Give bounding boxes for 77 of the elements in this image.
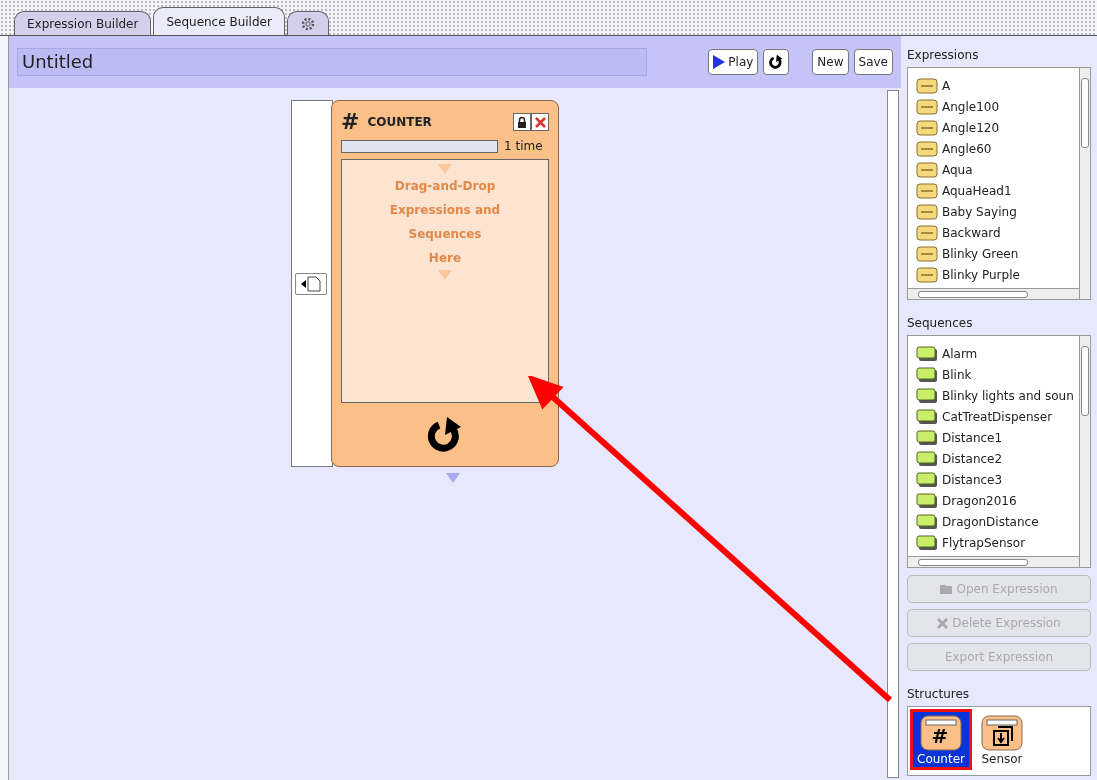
settings-tab[interactable] — [286, 11, 329, 35]
hash-icon: # — [341, 111, 360, 133]
expression-icon — [916, 245, 938, 262]
toolbar-button[interactable]: Save — [853, 49, 893, 75]
folder-icon — [940, 584, 953, 594]
play-icon — [713, 55, 726, 69]
counter-block[interactable]: # COUNTER 1 time Drag-and-Drop Expressions and Sequences Here — [331, 100, 559, 467]
drop-hint: Drag-and-Drop Expressions and Sequences Here — [389, 178, 501, 267]
expression-icon — [916, 182, 938, 199]
loop-button[interactable] — [763, 49, 790, 75]
sequence-icon — [916, 513, 938, 530]
structure-item[interactable]: Sensor — [973, 709, 1030, 770]
loop-icon — [768, 54, 785, 70]
sequence-icon — [916, 408, 938, 425]
expression-icon — [916, 140, 938, 157]
horizontal-scrollbar[interactable] — [908, 288, 1079, 299]
collapse-button[interactable] — [295, 272, 327, 295]
sequence-icon — [916, 366, 938, 383]
repeat-count-field[interactable] — [341, 139, 498, 153]
tab[interactable]: Sequence Builder — [153, 7, 285, 35]
down-arrow-icon — [438, 164, 452, 174]
list-item[interactable]: DragonDistance — [916, 511, 1079, 532]
list-item[interactable]: Baby Saying — [916, 201, 1079, 222]
vertical-scrollbar[interactable] — [1079, 336, 1090, 567]
expression-icon — [916, 98, 938, 115]
list-item[interactable]: Distance2 — [916, 448, 1079, 469]
expression-icon — [916, 203, 938, 220]
toolbar-button[interactable]: New — [812, 49, 849, 75]
list-item[interactable]: Aqua — [916, 159, 1079, 180]
close-icon[interactable] — [531, 113, 549, 131]
list-item[interactable]: Distance3 — [916, 469, 1079, 490]
list-item[interactable]: Angle60 — [916, 138, 1079, 159]
list-item[interactable]: Backward — [916, 222, 1079, 243]
repeat-count: 1 time — [504, 138, 543, 155]
list-item[interactable]: Angle100 — [916, 96, 1079, 117]
structure-item[interactable]: # Counter — [910, 709, 972, 770]
list-item[interactable]: Blinky lights and soun — [916, 385, 1079, 406]
sequence-icon — [916, 429, 938, 446]
down-arrow-icon — [446, 473, 460, 483]
list-item[interactable]: Blinky Purple — [916, 264, 1079, 285]
list-item[interactable]: Angle120 — [916, 117, 1079, 138]
expression-icon — [916, 224, 938, 241]
list-item[interactable]: FlytrapSensor — [916, 532, 1079, 553]
down-arrow-icon — [438, 270, 452, 280]
list-item[interactable]: CatTreatDispenser — [916, 406, 1079, 427]
tab[interactable]: Expression Builder — [14, 11, 152, 35]
expression-icon — [916, 119, 938, 136]
sequence-icon — [916, 492, 938, 509]
list-item[interactable]: Dragon2016 — [916, 490, 1079, 511]
hash-block-icon: # — [919, 715, 962, 751]
settings-icon — [299, 15, 316, 32]
list-item[interactable]: A — [916, 75, 1079, 96]
expression-icon — [916, 161, 938, 178]
vertical-scrollbar[interactable] — [1079, 68, 1090, 299]
section-label: Structures — [907, 686, 971, 703]
expression-icon — [916, 77, 938, 94]
vertical-scrollbar[interactable] — [887, 90, 899, 778]
block-title: COUNTER — [367, 114, 432, 131]
title-field[interactable]: Untitled — [17, 48, 647, 76]
loop-icon[interactable] — [427, 414, 463, 455]
sequence-icon — [916, 450, 938, 467]
lock-icon[interactable] — [513, 113, 531, 131]
horizontal-scrollbar[interactable] — [908, 556, 1079, 567]
sequence-icon — [916, 534, 938, 551]
section-label: Expressions — [907, 47, 980, 64]
sequence-icon — [916, 471, 938, 488]
expression-icon — [916, 266, 938, 283]
section-label: Sequences — [907, 315, 974, 332]
sequence-icon — [916, 345, 938, 362]
list-item[interactable]: AquaHead1 — [916, 180, 1079, 201]
play-button[interactable]: Play — [708, 49, 759, 75]
close-icon — [937, 617, 949, 629]
list-item[interactable]: Blink — [916, 364, 1079, 385]
list-item[interactable]: Distance1 — [916, 427, 1079, 448]
sequence-icon — [916, 387, 938, 404]
list-item[interactable]: Blinky Green — [916, 243, 1079, 264]
list-item[interactable]: Alarm — [916, 343, 1079, 364]
